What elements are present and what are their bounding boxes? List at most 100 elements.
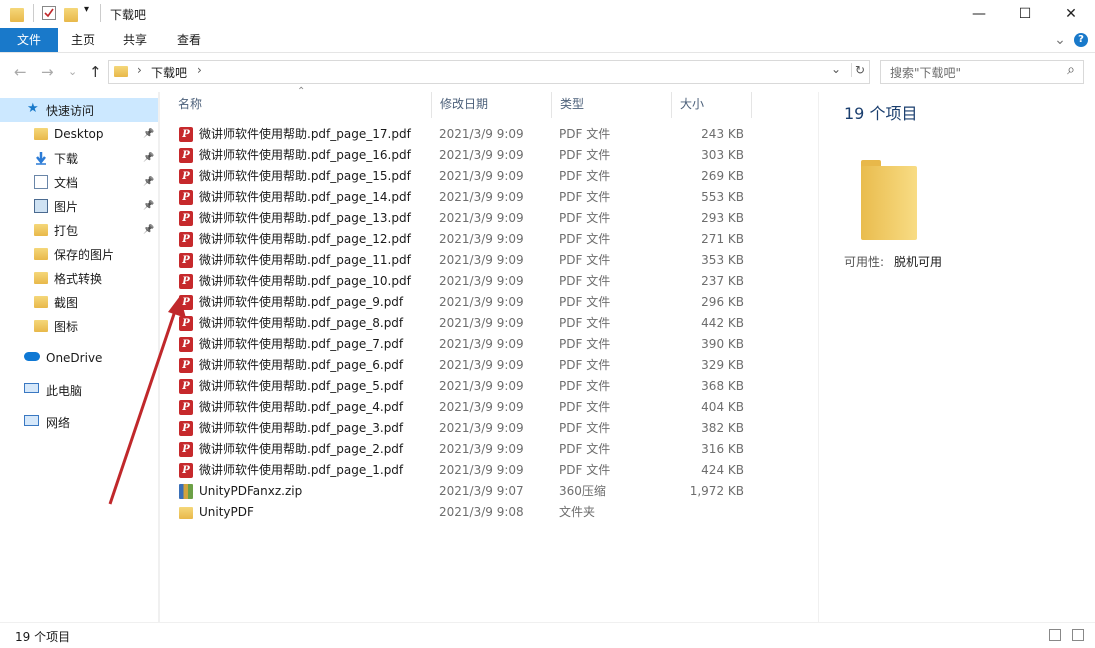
navigation-bar: ← → ⌄ ↑ › 下载吧 › ⌄ ↻ 搜索"下载吧" ⌕ xyxy=(0,53,1095,90)
file-date: 2021/3/9 9:09 xyxy=(439,316,524,330)
pin-icon[interactable]: 📌 xyxy=(143,201,154,211)
file-size: 316 KB xyxy=(701,442,744,456)
search-input[interactable]: 搜索"下载吧" ⌕ xyxy=(880,60,1084,84)
back-button[interactable]: ← xyxy=(14,63,27,81)
file-name: 微讲师软件使用帮助.pdf_page_9.pdf xyxy=(199,295,404,309)
file-size: 382 KB xyxy=(701,421,744,435)
file-name: 微讲师软件使用帮助.pdf_page_8.pdf xyxy=(199,316,404,330)
folder-icon xyxy=(34,248,48,260)
minimize-button[interactable]: — xyxy=(956,0,1002,28)
file-type: PDF 文件 xyxy=(559,316,611,330)
address-dropdown-icon[interactable]: ⌄ xyxy=(831,62,841,76)
cloud-icon xyxy=(24,352,40,361)
file-date: 2021/3/9 9:09 xyxy=(439,253,524,267)
pictures-icon xyxy=(34,199,48,213)
status-bar: 19 个项目 xyxy=(0,622,1095,648)
sidebar-item-label: 打包 xyxy=(54,223,79,238)
file-name: 微讲师软件使用帮助.pdf_page_7.pdf xyxy=(199,337,404,351)
details-view-button[interactable] xyxy=(1049,629,1061,641)
details-pane: 19 个项目 可用性: 脱机可用 xyxy=(818,92,1095,622)
file-name: 微讲师软件使用帮助.pdf_page_13.pdf xyxy=(199,211,411,225)
tab-file[interactable]: 文件 xyxy=(0,28,58,52)
sidebar-item-label: 文档 xyxy=(54,175,79,190)
file-name: 微讲师软件使用帮助.pdf_page_10.pdf xyxy=(199,274,411,288)
file-name: UnityPDFanxz.zip xyxy=(199,484,303,498)
sidebar-item[interactable]: 下载 📌 xyxy=(0,146,158,170)
file-row[interactable]: P 微讲师软件使用帮助.pdf_page_6.pdf 2021/3/9 9:09… xyxy=(170,355,810,376)
recent-locations-button[interactable]: ⌄ xyxy=(68,65,77,78)
column-size[interactable]: 大小 xyxy=(672,92,752,118)
tab-share[interactable]: 共享 xyxy=(110,28,160,52)
availability-value: 脱机可用 xyxy=(894,255,943,269)
arrow-shaft xyxy=(108,307,178,505)
file-row[interactable]: P 微讲师软件使用帮助.pdf_page_11.pdf 2021/3/9 9:0… xyxy=(170,250,810,271)
breadcrumb-item[interactable]: 下载吧 xyxy=(151,64,187,81)
sidebar-item-label: Desktop xyxy=(54,127,104,141)
sidebar-item-label: OneDrive xyxy=(46,351,103,365)
file-row[interactable]: P 微讲师软件使用帮助.pdf_page_13.pdf 2021/3/9 9:0… xyxy=(170,208,810,229)
file-name: 微讲师软件使用帮助.pdf_page_1.pdf xyxy=(199,463,404,477)
pin-icon[interactable]: 📌 xyxy=(143,153,154,163)
close-button[interactable]: ✕ xyxy=(1048,0,1094,28)
folder-icon xyxy=(10,8,24,22)
file-row[interactable]: P 微讲师软件使用帮助.pdf_page_12.pdf 2021/3/9 9:0… xyxy=(170,229,810,250)
sidebar-item[interactable]: 保存的图片 xyxy=(0,242,158,266)
customize-qat-chevron-icon[interactable]: ▾ xyxy=(84,4,98,18)
sidebar-item-label: 网络 xyxy=(46,415,71,430)
file-size: 404 KB xyxy=(701,400,744,414)
file-row[interactable]: UnityPDF 2021/3/9 9:08 文件夹 xyxy=(170,502,810,523)
column-type[interactable]: 类型 xyxy=(552,92,672,118)
file-name: 微讲师软件使用帮助.pdf_page_5.pdf xyxy=(199,379,404,393)
maximize-button[interactable]: ☐ xyxy=(1002,0,1048,28)
up-button[interactable]: ↑ xyxy=(89,63,102,81)
document-icon xyxy=(34,175,48,189)
file-row[interactable]: P 微讲师软件使用帮助.pdf_page_15.pdf 2021/3/9 9:0… xyxy=(170,166,810,187)
properties-check-icon[interactable] xyxy=(42,6,56,20)
file-row[interactable]: P 微讲师软件使用帮助.pdf_page_14.pdf 2021/3/9 9:0… xyxy=(170,187,810,208)
file-name: 微讲师软件使用帮助.pdf_page_6.pdf xyxy=(199,358,404,372)
file-row[interactable]: P 微讲师软件使用帮助.pdf_page_3.pdf 2021/3/9 9:09… xyxy=(170,418,810,439)
pin-icon[interactable]: 📌 xyxy=(143,177,154,187)
file-row[interactable]: P 微讲师软件使用帮助.pdf_page_9.pdf 2021/3/9 9:09… xyxy=(170,292,810,313)
file-row[interactable]: P 微讲师软件使用帮助.pdf_page_17.pdf 2021/3/9 9:0… xyxy=(170,124,810,145)
file-row[interactable]: P 微讲师软件使用帮助.pdf_page_7.pdf 2021/3/9 9:09… xyxy=(170,334,810,355)
file-type: PDF 文件 xyxy=(559,442,611,456)
file-row[interactable]: P 微讲师软件使用帮助.pdf_page_10.pdf 2021/3/9 9:0… xyxy=(170,271,810,292)
forward-button[interactable]: → xyxy=(41,63,54,81)
address-bar[interactable]: › 下载吧 › ⌄ ↻ xyxy=(108,60,870,84)
file-date: 2021/3/9 9:08 xyxy=(439,505,524,519)
file-size: 271 KB xyxy=(701,232,744,246)
sidebar-item[interactable]: 打包 📌 xyxy=(0,218,158,242)
file-row[interactable]: P 微讲师软件使用帮助.pdf_page_1.pdf 2021/3/9 9:09… xyxy=(170,460,810,481)
sidebar-item-label: 截图 xyxy=(54,295,79,310)
search-icon[interactable]: ⌕ xyxy=(1067,62,1075,78)
new-folder-icon[interactable] xyxy=(64,8,78,22)
tab-home[interactable]: 主页 xyxy=(58,28,108,52)
sidebar-item[interactable]: Desktop 📌 xyxy=(0,122,158,146)
pdf-icon: P xyxy=(179,148,193,163)
expand-ribbon-icon[interactable]: ⌄ xyxy=(1052,28,1068,52)
help-icon[interactable]: ? xyxy=(1074,33,1088,47)
file-type: PDF 文件 xyxy=(559,253,611,267)
pin-icon[interactable]: 📌 xyxy=(143,129,154,139)
column-date-modified[interactable]: 修改日期 xyxy=(432,92,552,118)
file-row[interactable]: P 微讲师软件使用帮助.pdf_page_2.pdf 2021/3/9 9:09… xyxy=(170,439,810,460)
file-row[interactable]: P 微讲师软件使用帮助.pdf_page_8.pdf 2021/3/9 9:09… xyxy=(170,313,810,334)
sidebar-item[interactable]: 图片 📌 xyxy=(0,194,158,218)
large-icons-view-button[interactable] xyxy=(1072,629,1084,641)
file-row[interactable]: UnityPDFanxz.zip 2021/3/9 9:07 360压缩 1,9… xyxy=(170,481,810,502)
tab-view[interactable]: 查看 xyxy=(164,28,214,52)
sidebar-item[interactable]: 文档 📌 xyxy=(0,170,158,194)
breadcrumb-separator: › xyxy=(137,63,142,77)
file-type: PDF 文件 xyxy=(559,127,611,141)
column-name[interactable]: 名称 xyxy=(170,92,432,118)
file-name: 微讲师软件使用帮助.pdf_page_3.pdf xyxy=(199,421,404,435)
refresh-icon[interactable]: ↻ xyxy=(851,63,865,77)
sidebar-item-quick-access[interactable]: ★ 快速访问 xyxy=(0,98,158,122)
file-row[interactable]: P 微讲师软件使用帮助.pdf_page_4.pdf 2021/3/9 9:09… xyxy=(170,397,810,418)
pin-icon[interactable]: 📌 xyxy=(143,225,154,235)
sidebar-item[interactable]: 格式转换 xyxy=(0,266,158,290)
file-row[interactable]: P 微讲师软件使用帮助.pdf_page_16.pdf 2021/3/9 9:0… xyxy=(170,145,810,166)
breadcrumb-separator[interactable]: › xyxy=(197,63,202,77)
file-row[interactable]: P 微讲师软件使用帮助.pdf_page_5.pdf 2021/3/9 9:09… xyxy=(170,376,810,397)
